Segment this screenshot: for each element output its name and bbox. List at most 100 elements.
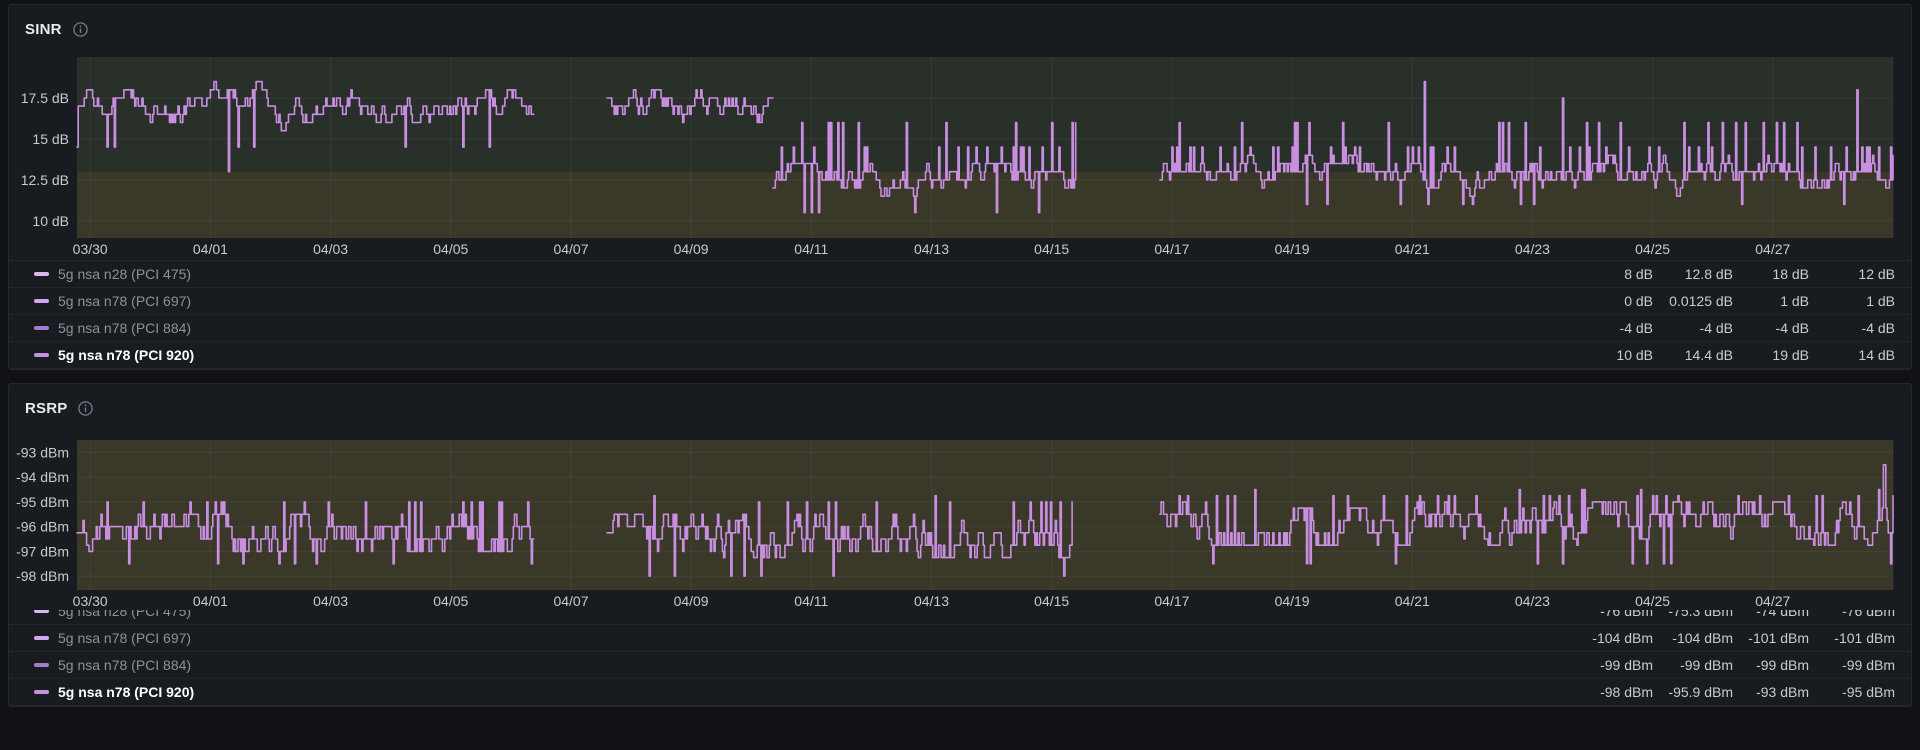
legend-value: 1 dB xyxy=(1733,293,1809,309)
x-axis-tick-label: 04/17 xyxy=(1154,241,1189,257)
x-axis-tick-label: 04/03 xyxy=(313,241,348,257)
legend-value: -4 dB xyxy=(1809,320,1895,336)
legend-value: -95.9 dBm xyxy=(1653,684,1733,700)
legend-value: -98 dBm xyxy=(1569,684,1653,700)
panel-title[interactable]: RSRP xyxy=(25,400,67,417)
series-label[interactable]: 5g nsa n78 (PCI 920) xyxy=(58,684,194,700)
x-axis-tick-label: 04/17 xyxy=(1154,593,1189,609)
x-axis-band xyxy=(9,240,1911,260)
series-color-marker[interactable] xyxy=(34,272,49,276)
legend-value: 10 dB xyxy=(1569,347,1653,363)
sinr-legend: 5g nsa n28 (PCI 475)8 dB12.8 dB18 dB12 d… xyxy=(9,260,1911,369)
x-axis-tick-label: 04/23 xyxy=(1515,241,1550,257)
x-axis-tick-label: 04/03 xyxy=(313,593,348,609)
series-color-marker[interactable] xyxy=(34,663,49,667)
x-axis-tick-label: 04/11 xyxy=(794,593,828,609)
y-axis-tick-label: 10 dB xyxy=(32,213,69,229)
x-axis-tick-label: 04/21 xyxy=(1395,241,1430,257)
legend-values: -4 dB-4 dB-4 dB-4 dB xyxy=(1569,320,1895,336)
series-label[interactable]: 5g nsa n78 (PCI 920) xyxy=(58,347,194,363)
y-axis-tick-label: 15 dB xyxy=(32,131,69,147)
legend-value: -104 dBm xyxy=(1653,630,1733,646)
panel-header[interactable]: SINR xyxy=(9,5,1911,43)
series-label[interactable]: 5g nsa n78 (PCI 884) xyxy=(58,657,191,673)
series-color-marker[interactable] xyxy=(34,326,49,330)
y-axis-tick-label: -94 dBm xyxy=(16,469,69,485)
y-axis-tick-label: 17.5 dB xyxy=(21,90,69,106)
series-label[interactable]: 5g nsa n78 (PCI 697) xyxy=(58,293,191,309)
legend-value: 19 dB xyxy=(1733,347,1809,363)
y-axis-tick-label: -95 dBm xyxy=(16,494,69,510)
x-axis-tick-label: 04/05 xyxy=(433,593,468,609)
x-axis-tick-label: 04/15 xyxy=(1034,593,1069,609)
legend-value: -4 dB xyxy=(1569,320,1653,336)
x-axis-tick-label: 04/19 xyxy=(1275,241,1310,257)
x-axis-tick-label: 04/27 xyxy=(1755,241,1790,257)
rsrp-legend: 5g nsa n28 (PCI 475)-76 dBm-75.3 dBm-74 … xyxy=(9,598,1911,706)
threshold-zone xyxy=(77,440,1893,590)
x-axis-tick-label: 04/07 xyxy=(553,241,588,257)
panel-rsrp: RSRP -93 dBm -94 dBm -95 dBm -96 dBm -97 dBm… xyxy=(8,383,1912,707)
series-color-marker[interactable] xyxy=(34,353,49,357)
legend-value: 0 dB xyxy=(1569,293,1653,309)
x-axis-tick-label: 04/13 xyxy=(914,593,949,609)
legend-item[interactable]: 5g nsa n78 (PCI 920) 10 dB14.4 dB19 dB14 … xyxy=(9,341,1911,368)
legend-item[interactable]: 5g nsa n78 (PCI 697) -104 dBm-104 dBm -101… xyxy=(9,624,1911,651)
y-axis-tick-label: -98 dBm xyxy=(16,568,69,584)
x-axis-tick-label: 04/15 xyxy=(1034,241,1069,257)
legend-value: 8 dB xyxy=(1569,266,1653,282)
y-axis-tick-label: -96 dBm xyxy=(16,519,69,535)
legend-value: 14 dB xyxy=(1809,347,1895,363)
info-icon[interactable] xyxy=(73,22,88,37)
x-axis-tick-label: 04/23 xyxy=(1515,593,1550,609)
legend-value: -99 dBm xyxy=(1809,657,1895,673)
info-icon[interactable] xyxy=(78,401,93,416)
x-axis-tick-label: 04/01 xyxy=(193,241,228,257)
legend-values: -98 dBm-95.9 dBm-93 dBm-95 dBm xyxy=(1569,684,1895,700)
legend-values: -104 dBm-104 dBm-101 dBm-101 dBm xyxy=(1569,630,1895,646)
info-icon-glyph xyxy=(78,401,93,416)
x-axis-tick-label: 04/11 xyxy=(794,241,828,257)
legend-value: -93 dBm xyxy=(1733,684,1809,700)
y-axis-tick-label: -93 dBm xyxy=(16,444,69,460)
series-color-marker[interactable] xyxy=(34,636,49,640)
series-label[interactable]: 5g nsa n78 (PCI 697) xyxy=(58,630,191,646)
legend-item[interactable]: 5g nsa n78 (PCI 920) -98 dBm-95.9 dBm-93 … xyxy=(9,678,1911,705)
y-axis-tick-label: -97 dBm xyxy=(16,543,69,559)
x-axis-tick-label: 04/09 xyxy=(674,593,709,609)
x-axis-tick-label: 04/25 xyxy=(1635,593,1670,609)
rsrp-time-series-plot[interactable]: -93 dBm -94 dBm -95 dBm -96 dBm -97 dBm -98 d… xyxy=(9,440,1911,610)
legend-value: 18 dB xyxy=(1733,266,1809,282)
series-color-marker[interactable] xyxy=(34,299,49,303)
x-axis-tick-label: 04/05 xyxy=(433,241,468,257)
legend-value: -4 dB xyxy=(1733,320,1809,336)
series-label[interactable]: 5g nsa n78 (PCI 884) xyxy=(58,320,191,336)
legend-item[interactable]: 5g nsa n78 (PCI 884)-99 dBm-99 dBm-99 dB… xyxy=(9,651,1911,678)
legend-value: 1 dB xyxy=(1809,293,1895,309)
panel-sinr: SINR 17.5 dB15 dB12.5 dB10 dB03/3004/010… xyxy=(8,4,1912,370)
series-color-marker[interactable] xyxy=(34,690,49,694)
threshold-zone xyxy=(77,172,1893,238)
legend-value: -99 dBm xyxy=(1569,657,1653,673)
series-label[interactable]: 5g nsa n28 (PCI 475) xyxy=(58,266,191,282)
legend-item[interactable]: 5g nsa n78 (PCI 697) 0 dB0.0125 dB1 dB1 d… xyxy=(9,287,1911,314)
legend-values: 0 dB0.0125 dB1 dB1 dB xyxy=(1569,293,1895,309)
x-axis-tick-label: 04/21 xyxy=(1395,593,1430,609)
legend-value: -99 dBm xyxy=(1733,657,1809,673)
legend-item[interactable]: 5g nsa n78 (PCI 884) -4 dB-4 dB-4 dB-4 dB xyxy=(9,314,1911,341)
legend-values: 8 dB12.8 dB18 dB12 dB xyxy=(1569,266,1895,282)
x-axis-tick-label: 04/13 xyxy=(914,241,949,257)
panel-header[interactable]: RSRP xyxy=(9,384,1911,422)
legend-value: -101 dBm xyxy=(1809,630,1895,646)
x-axis-tick-label: 04/19 xyxy=(1275,593,1310,609)
legend-value: -104 dBm xyxy=(1569,630,1653,646)
legend-item[interactable]: 5g nsa n28 (PCI 475)8 dB12.8 dB18 dB12 d… xyxy=(9,261,1911,287)
y-axis-tick-label: 12.5 dB xyxy=(21,172,69,188)
legend-value: 14.4 dB xyxy=(1653,347,1733,363)
x-axis-tick-label: 04/01 xyxy=(193,593,228,609)
sinr-time-series-plot[interactable]: 17.5 dB 15 dB 12.5 dB 10 dB03/30 04/01 04/03 0… xyxy=(9,57,1911,260)
info-icon-glyph xyxy=(73,22,88,37)
panel-title[interactable]: SINR xyxy=(25,21,62,38)
legend-value: 12 dB xyxy=(1809,266,1895,282)
x-axis-tick-label: 03/30 xyxy=(73,241,108,257)
